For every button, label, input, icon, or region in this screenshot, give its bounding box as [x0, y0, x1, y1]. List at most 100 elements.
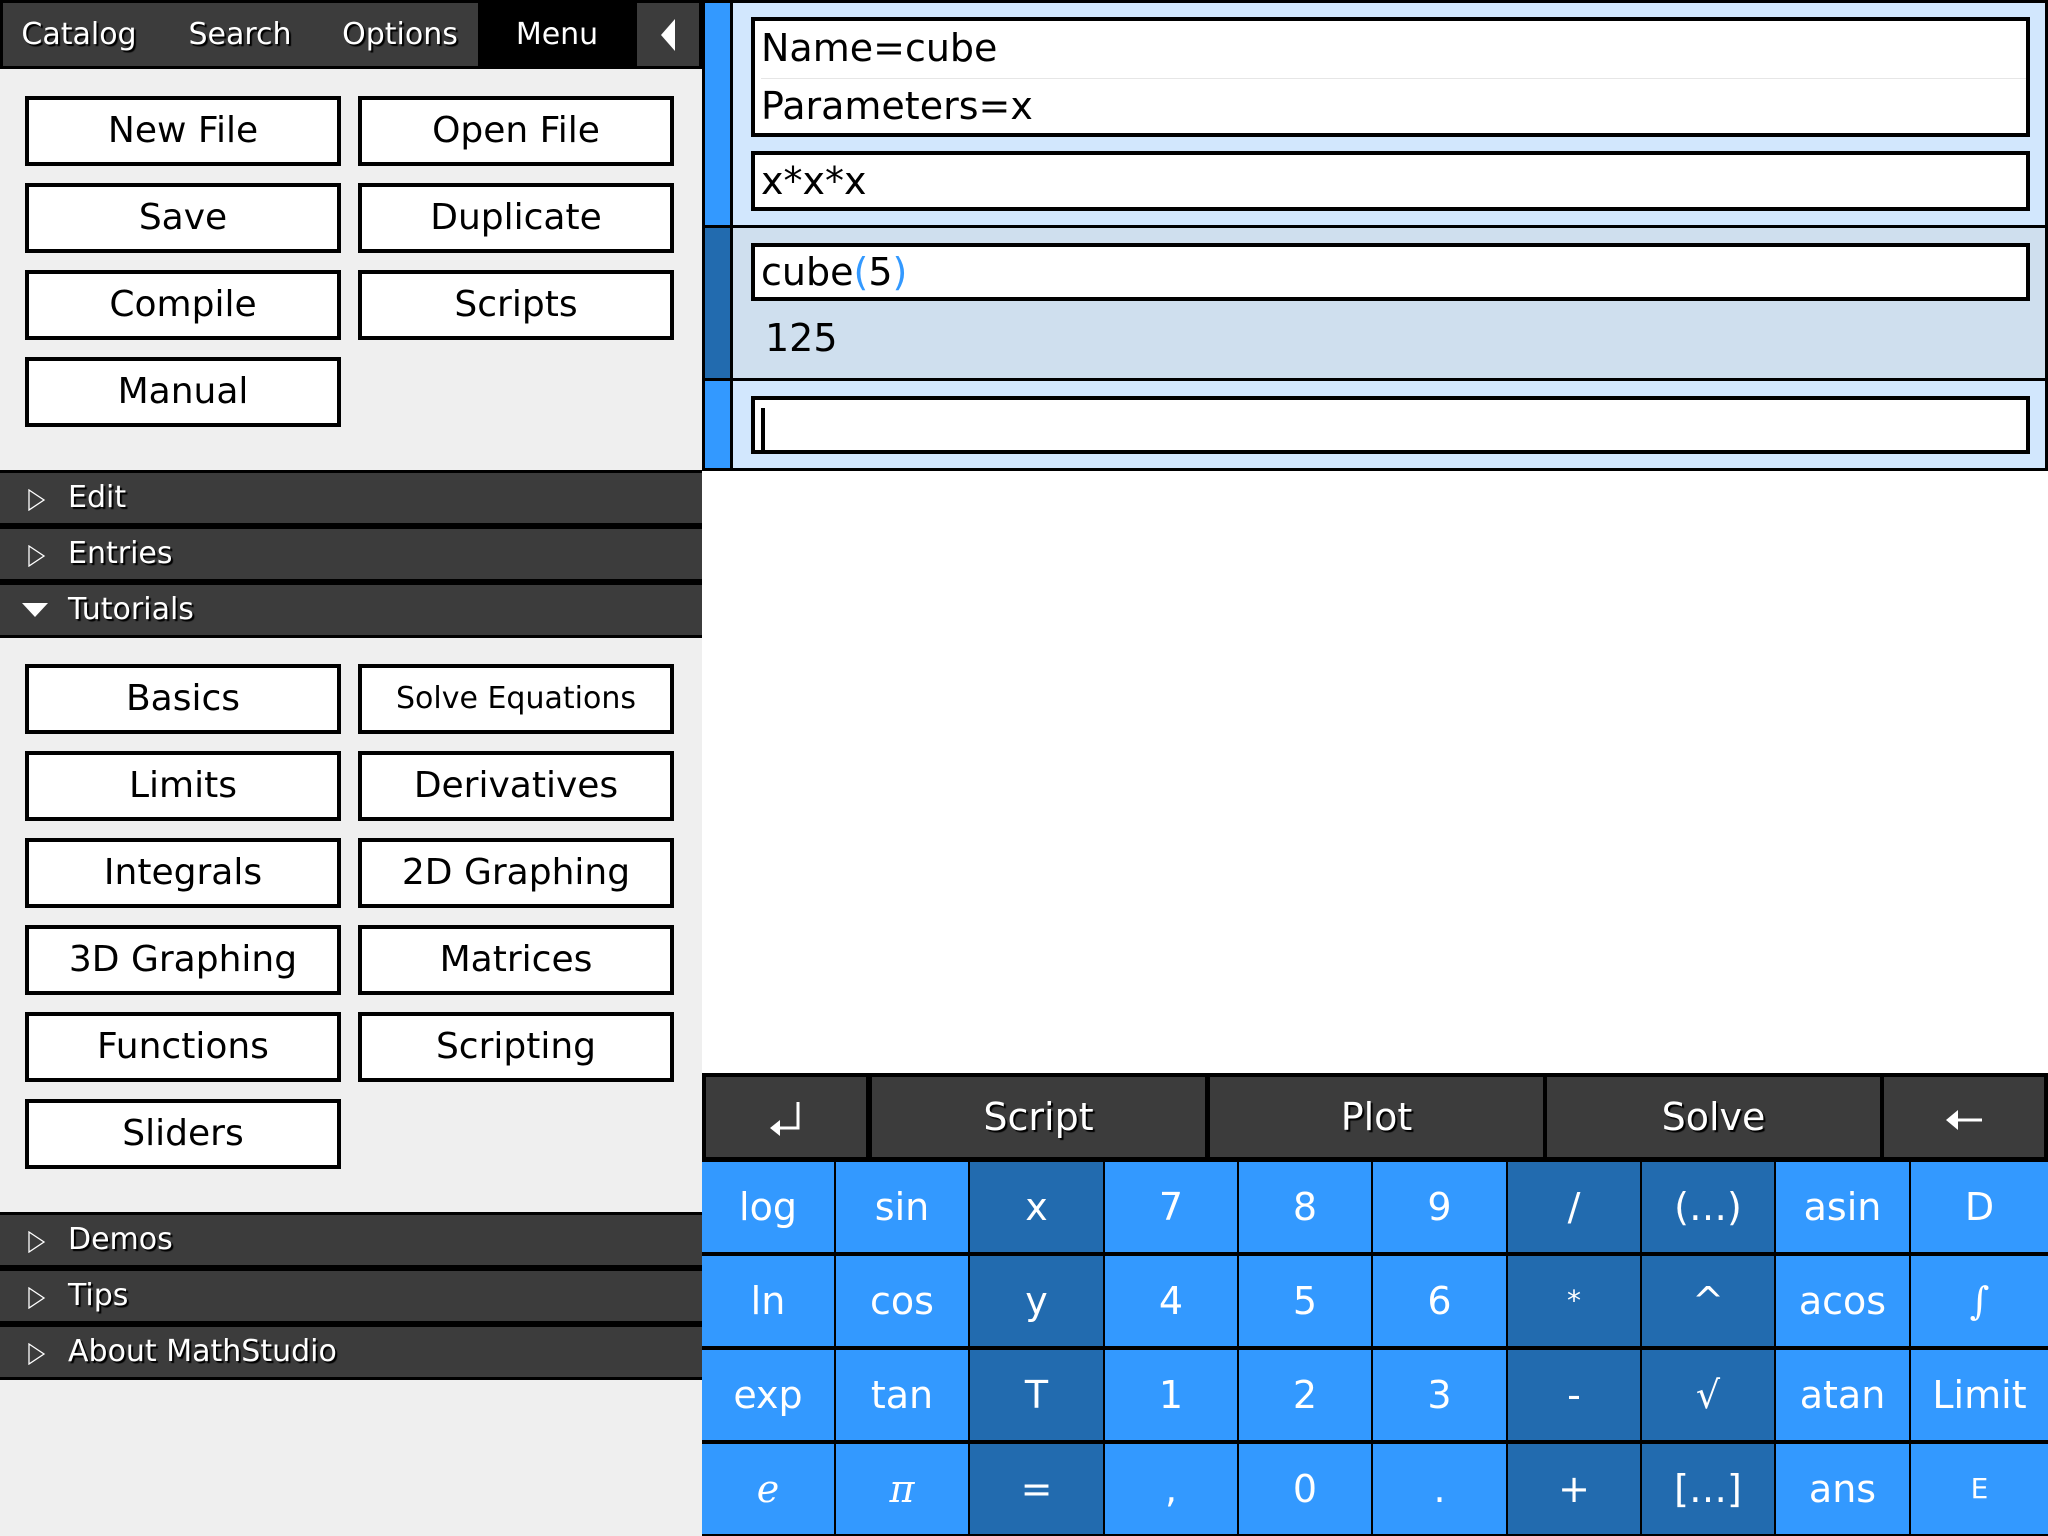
section-label: About MathStudio [68, 1334, 337, 1369]
tab-menu[interactable]: Menu [478, 3, 636, 66]
key-1-1[interactable]: cos [836, 1256, 968, 1346]
section-entries[interactable]: Entries [0, 526, 702, 582]
expression-result: 125 [765, 316, 838, 360]
tutorial-derivatives-button[interactable]: Derivatives [358, 751, 674, 821]
key-2-7[interactable]: √ [1642, 1350, 1774, 1440]
tutorial-3d-graphing-button[interactable]: 3D Graphing [25, 925, 341, 995]
plot-button[interactable]: Plot [1210, 1077, 1543, 1157]
key-0-1[interactable]: sin [836, 1162, 968, 1252]
open-file-button[interactable]: Open File [358, 96, 674, 166]
enter-button[interactable] [706, 1077, 866, 1157]
collapse-sidebar-button[interactable] [637, 3, 699, 66]
notebook-entry-function: Name=cube Parameters=x x*x*x [702, 0, 2048, 228]
key-1-8[interactable]: acos [1776, 1256, 1909, 1346]
section-edit[interactable]: Edit [0, 470, 702, 526]
return-arrow-icon [770, 1101, 800, 1136]
tutorial-matrices-button[interactable]: Matrices [358, 925, 674, 995]
backspace-button[interactable] [1884, 1077, 2044, 1157]
new-file-button[interactable]: New File [25, 96, 341, 166]
key-3-7[interactable]: […] [1642, 1444, 1774, 1534]
key-2-5[interactable]: 3 [1373, 1350, 1506, 1440]
text-cursor [761, 407, 765, 452]
active-input-field[interactable] [751, 396, 2030, 454]
notebook-entry-active [702, 378, 2048, 471]
open-paren: ( [853, 250, 869, 294]
key-2-6[interactable]: - [1508, 1350, 1640, 1440]
function-name-line[interactable]: Name=cube [761, 21, 2026, 78]
tab-catalog[interactable]: Catalog [8, 3, 150, 66]
keypad: log sin x 7 8 9/(…) asin Dln cos y 4 5 6 * ^ acos ∫ exp ta… [702, 1158, 2048, 1536]
expression-function-name: cube [761, 250, 854, 294]
tutorial-scripting-button[interactable]: Scripting [358, 1012, 674, 1082]
section-label: Tips [68, 1278, 129, 1313]
triangle-right-icon [28, 545, 46, 567]
key-0-6[interactable]: / [1508, 1162, 1640, 1252]
key-2-1[interactable]: tan [836, 1350, 968, 1440]
tutorial-sliders-button[interactable]: Sliders [25, 1099, 341, 1169]
key-1-9[interactable]: ∫ [1911, 1256, 2048, 1346]
key-3-8[interactable]: ans [1776, 1444, 1909, 1534]
function-body-field[interactable]: x*x*x [751, 151, 2030, 211]
key-1-6[interactable]: * [1508, 1256, 1640, 1346]
tab-search[interactable]: Search [170, 3, 310, 66]
key-1-7[interactable]: ^ [1642, 1256, 1774, 1346]
manual-button[interactable]: Manual [25, 357, 341, 427]
section-tips[interactable]: Tips [0, 1268, 702, 1324]
key-2-3[interactable]: 1 [1105, 1350, 1237, 1440]
key-3-1[interactable]: π [836, 1444, 968, 1534]
key-3-9[interactable]: E [1911, 1444, 2048, 1534]
key-3-2[interactable]: = [970, 1444, 1103, 1534]
key-3-4[interactable]: 0 [1239, 1444, 1371, 1534]
save-button[interactable]: Save [25, 183, 341, 253]
section-label: Edit [68, 480, 127, 515]
expression-argument: 5 [868, 250, 893, 294]
tutorial-limits-button[interactable]: Limits [25, 751, 341, 821]
key-2-8[interactable]: atan [1776, 1350, 1909, 1440]
script-button[interactable]: Script [872, 1077, 1205, 1157]
section-tutorials[interactable]: Tutorials [0, 582, 702, 638]
solve-button[interactable]: Solve [1547, 1077, 1880, 1157]
tutorial-integrals-button[interactable]: Integrals [25, 838, 341, 908]
section-about[interactable]: About MathStudio [0, 1324, 702, 1380]
tutorial-functions-button[interactable]: Functions [25, 1012, 341, 1082]
key-0-7[interactable]: (…) [1642, 1162, 1774, 1252]
tutorial-2d-graphing-button[interactable]: 2D Graphing [358, 838, 674, 908]
key-0-2[interactable]: x [970, 1162, 1103, 1252]
tab-options[interactable]: Options [330, 3, 470, 66]
key-0-9[interactable]: D [1911, 1162, 2048, 1252]
key-3-6[interactable]: + [1508, 1444, 1640, 1534]
function-params-line[interactable]: Parameters=x [761, 78, 2026, 135]
key-1-4[interactable]: 5 [1239, 1256, 1371, 1346]
key-0-8[interactable]: asin [1776, 1162, 1909, 1252]
key-1-2[interactable]: y [970, 1256, 1103, 1346]
key-0-5[interactable]: 9 [1373, 1162, 1506, 1252]
tutorial-solve-equations-button[interactable]: Solve Equations [358, 664, 674, 734]
key-0-3[interactable]: 7 [1105, 1162, 1237, 1252]
key-0-0[interactable]: log [702, 1162, 834, 1252]
key-0-4[interactable]: 8 [1239, 1162, 1371, 1252]
compile-button[interactable]: Compile [25, 270, 341, 340]
key-3-5[interactable]: . [1373, 1444, 1506, 1534]
triangle-right-icon [28, 1287, 46, 1309]
function-header-field[interactable]: Name=cube Parameters=x [751, 17, 2030, 137]
tutorial-basics-button[interactable]: Basics [25, 664, 341, 734]
key-2-2[interactable]: T [970, 1350, 1103, 1440]
key-3-0[interactable]: e [702, 1444, 834, 1534]
left-arrow-icon [1946, 1109, 1982, 1130]
section-label: Entries [68, 536, 173, 571]
key-1-0[interactable]: ln [702, 1256, 834, 1346]
expression-input-field[interactable]: cube(5) [751, 243, 2030, 301]
duplicate-button[interactable]: Duplicate [358, 183, 674, 253]
entry-gutter[interactable] [705, 3, 733, 225]
key-2-4[interactable]: 2 [1239, 1350, 1371, 1440]
key-1-3[interactable]: 4 [1105, 1256, 1237, 1346]
key-2-9[interactable]: Limit [1911, 1350, 2048, 1440]
close-paren: ) [892, 250, 908, 294]
key-2-0[interactable]: exp [702, 1350, 834, 1440]
key-1-5[interactable]: 6 [1373, 1256, 1506, 1346]
section-demos[interactable]: Demos [0, 1212, 702, 1268]
key-3-3[interactable]: , [1105, 1444, 1237, 1534]
scripts-button[interactable]: Scripts [358, 270, 674, 340]
entry-gutter[interactable] [705, 228, 733, 378]
entry-gutter[interactable] [705, 381, 733, 468]
